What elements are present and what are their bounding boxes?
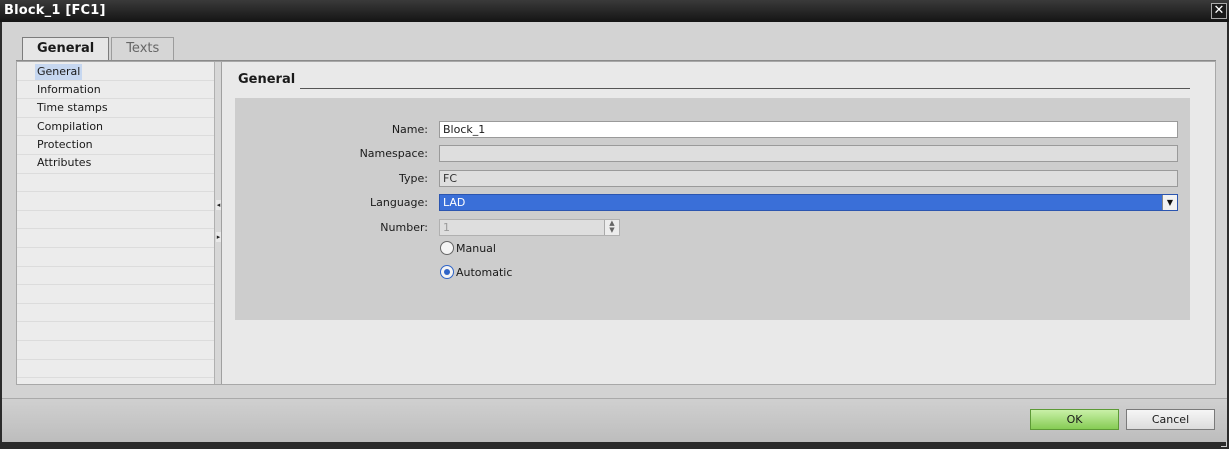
cancel-button[interactable]: Cancel (1126, 409, 1215, 430)
radio-automatic-label: Automatic (456, 265, 513, 279)
nav-row (17, 341, 214, 360)
radio-manual[interactable]: Manual (440, 241, 496, 255)
nav-row (17, 229, 214, 248)
tab-texts[interactable]: Texts (111, 37, 175, 61)
nav-item-time-stamps[interactable]: Time stamps (35, 100, 110, 116)
expand-right-icon[interactable]: ▸ (216, 232, 221, 242)
nav-row (17, 211, 214, 230)
radio-manual-label: Manual (456, 241, 496, 255)
nav-row (17, 248, 214, 267)
nav-item-compilation[interactable]: Compilation (35, 119, 105, 135)
type-field: FC (439, 170, 1178, 187)
nav-row (17, 322, 214, 341)
nav-row (17, 267, 214, 286)
radio-checked-icon[interactable] (440, 265, 454, 279)
spinner-icon: ▲ ▼ (604, 220, 619, 235)
radio-unchecked-icon[interactable] (440, 241, 454, 255)
name-label: Name: (391, 123, 428, 136)
tab-general[interactable]: General (22, 37, 110, 62)
close-icon: ✕ (1213, 3, 1225, 18)
nav-row (17, 304, 214, 323)
nav-tree: General Information Time stamps Compilat… (17, 62, 215, 384)
nav-row (17, 360, 214, 379)
number-label: Number: (380, 221, 428, 234)
section-divider (300, 88, 1190, 89)
language-label: Language: (370, 196, 428, 209)
nav-item-attributes[interactable]: Attributes (35, 155, 93, 171)
namespace-label: Namespace: (359, 147, 428, 160)
language-select[interactable]: LAD ▼ (439, 194, 1178, 211)
collapse-left-icon[interactable]: ◂ (216, 200, 221, 210)
namespace-input (439, 145, 1178, 162)
general-form: Name: Block_1 Namespace: Type: FC Langua… (235, 98, 1190, 320)
nav-row (17, 192, 214, 211)
nav-item-information[interactable]: Information (35, 82, 103, 98)
close-button[interactable]: ✕ (1211, 3, 1227, 19)
number-stepper: 1 ▲ ▼ (439, 219, 620, 236)
resize-grip-icon[interactable] (1221, 441, 1227, 447)
name-input[interactable]: Block_1 (439, 121, 1178, 138)
radio-automatic[interactable]: Automatic (440, 265, 512, 279)
window-title: Block_1 [FC1] (4, 3, 106, 18)
nav-item-general[interactable]: General (35, 64, 83, 80)
properties-panel: General Information Time stamps Compilat… (16, 61, 1216, 385)
dialog-footer: OK Cancel (2, 398, 1227, 442)
panel-splitter[interactable]: ◂ ▸ (215, 62, 222, 384)
nav-row (17, 285, 214, 304)
type-label: Type: (399, 172, 428, 185)
properties-dialog: General Texts General Information Time s… (2, 22, 1227, 442)
nav-item-protection[interactable]: Protection (35, 137, 95, 153)
number-value: 1 (443, 221, 450, 234)
content-area: General Name: Block_1 Namespace: Type: F… (223, 62, 1216, 384)
tab-bar: General Texts (22, 37, 176, 62)
chevron-down-icon[interactable]: ▼ (1162, 195, 1177, 210)
ok-button[interactable]: OK (1030, 409, 1119, 430)
spin-down-icon: ▼ (609, 226, 615, 234)
window-titlebar: Block_1 [FC1] ✕ (0, 0, 1229, 22)
language-value: LAD (443, 196, 466, 209)
section-title: General (238, 72, 296, 87)
nav-row (17, 174, 214, 193)
